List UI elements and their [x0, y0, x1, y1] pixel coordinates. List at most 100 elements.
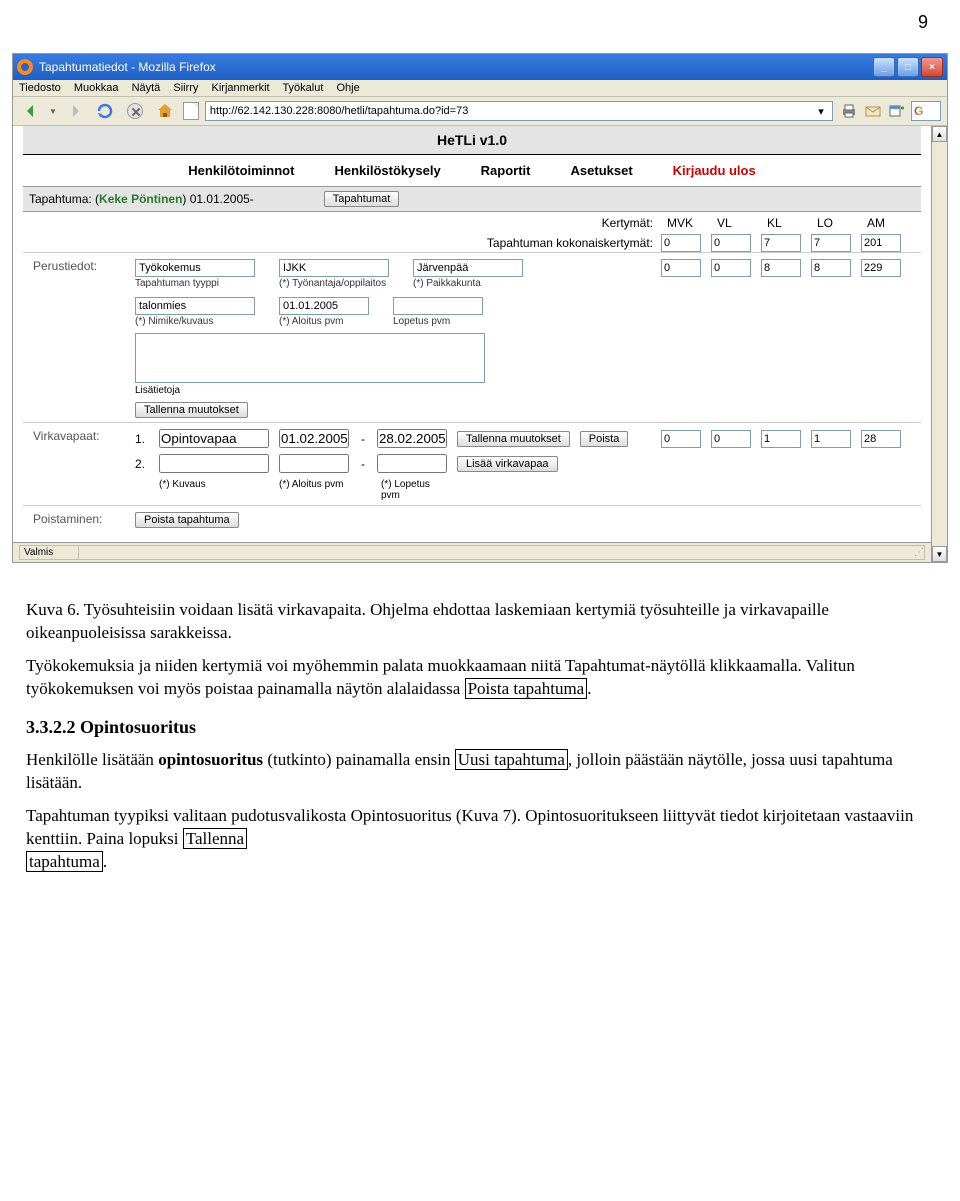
heading-3322: 3.3.2.2 Opintosuoritus — [26, 715, 934, 739]
resize-grip[interactable]: ⋰ — [914, 547, 920, 558]
print-icon[interactable] — [839, 101, 859, 121]
menu-help[interactable]: Ohje — [336, 82, 359, 94]
nav-henkilostokysely[interactable]: Henkilöstökysely — [334, 163, 440, 178]
menu-go[interactable]: Siirry — [173, 82, 198, 94]
home-button[interactable] — [153, 100, 177, 122]
url-text: http://62.142.130.228:8080/hetli/tapahtu… — [210, 105, 468, 117]
vertical-scrollbar[interactable]: ▲ ▼ — [931, 126, 947, 562]
window-title: Tapahtumatiedot - Mozilla Firefox — [39, 60, 873, 74]
lisatietoja-textarea[interactable] — [135, 333, 485, 383]
boxed-tapahtuma: tapahtuma — [26, 851, 103, 872]
aloitus-caption: (*) Aloitus pvm — [279, 316, 369, 327]
col-mvk: MVK — [661, 216, 711, 230]
close-button[interactable]: × — [921, 57, 943, 77]
poistaminen-label: Poistaminen: — [33, 512, 123, 526]
nav-kirjaudu-ulos[interactable]: Kirjaudu ulos — [673, 163, 756, 178]
tallenna-muutokset-button[interactable]: Tallenna muutokset — [135, 402, 248, 418]
mail-icon[interactable] — [863, 101, 883, 121]
lopetus-input[interactable] — [393, 297, 483, 315]
virka-kert-kl[interactable] — [761, 430, 801, 448]
nav-asetukset[interactable]: Asetukset — [571, 163, 633, 178]
poistaminen-pane: Poistaminen: Poista tapahtuma — [23, 505, 921, 532]
virka-lopetus-2[interactable] — [377, 454, 447, 473]
paragraph-4: Tapahtuman tyypiksi valitaan pudotusvali… — [26, 805, 934, 874]
virka-aloitus-1[interactable] — [279, 429, 349, 448]
forward-button[interactable] — [63, 100, 87, 122]
statusbar: Valmis ⋰ — [13, 542, 931, 562]
new-window-icon[interactable] — [887, 101, 907, 121]
paragraph-2: Työkokemuksia ja niiden kertymiä voi myö… — [26, 655, 934, 701]
virka-row1-num: 1. — [135, 432, 149, 446]
scroll-up-icon[interactable]: ▲ — [932, 126, 947, 142]
lisatietoja-caption: Lisätietoja — [135, 385, 911, 396]
menu-file[interactable]: Tiedosto — [19, 82, 61, 94]
window-titlebar: Tapahtumatiedot - Mozilla Firefox _ □ × — [13, 54, 947, 80]
tyonantaja-input[interactable] — [279, 259, 389, 277]
menubar: Tiedosto Muokkaa Näytä Siirry Kirjanmerk… — [13, 80, 947, 97]
virka-kert-am[interactable] — [861, 430, 901, 448]
stop-button[interactable] — [123, 100, 147, 122]
paikkakunta-caption: (*) Paikkakunta — [413, 278, 523, 289]
virka-tallenna-1[interactable]: Tallenna muutokset — [457, 431, 570, 447]
nimike-caption: (*) Nimike/kuvaus — [135, 316, 255, 327]
paikkakunta-input[interactable] — [413, 259, 523, 277]
figure-caption: Kuva 6. Työsuhteisiin voidaan lisätä vir… — [26, 599, 934, 645]
kert2-mvk[interactable] — [661, 259, 701, 277]
kert2-kl[interactable] — [761, 259, 801, 277]
kert-total-label: Tapahtuman kokonaiskertymät: — [487, 236, 653, 250]
virka-kuvaus-2[interactable] — [159, 454, 269, 473]
virka-kert-mvk[interactable] — [661, 430, 701, 448]
poista-tapahtuma-button[interactable]: Poista tapahtuma — [135, 512, 239, 528]
page-number: 9 — [12, 12, 948, 33]
menu-view[interactable]: Näytä — [132, 82, 161, 94]
browser-window: Tapahtumatiedot - Mozilla Firefox _ □ × … — [12, 53, 948, 563]
kert2-vl[interactable] — [711, 259, 751, 277]
lisaa-virkavapaa-button[interactable]: Lisää virkavapaa — [457, 456, 558, 472]
virka-lopetus-caption: (*) Lopetus pvm — [381, 479, 451, 501]
nimike-input[interactable] — [135, 297, 255, 315]
kert-total-lo[interactable] — [811, 234, 851, 252]
menu-bookmarks[interactable]: Kirjanmerkit — [212, 82, 270, 94]
menu-tools[interactable]: Työkalut — [282, 82, 323, 94]
virkavapaat-label: Virkavapaat: — [33, 429, 123, 443]
boxed-tallenna: Tallenna — [183, 828, 247, 849]
paragraph-3: Henkilölle lisätään opintosuoritus (tutk… — [26, 749, 934, 795]
virka-kuvaus-caption: (*) Kuvaus — [159, 479, 269, 501]
perustiedot-label: Perustiedot: — [33, 259, 123, 273]
virka-kuvaus-1[interactable] — [159, 429, 269, 448]
col-lo: LO — [811, 216, 861, 230]
url-input[interactable]: http://62.142.130.228:8080/hetli/tapahtu… — [205, 101, 833, 121]
kert-total-am[interactable] — [861, 234, 901, 252]
kert-total-kl[interactable] — [761, 234, 801, 252]
firefox-icon — [17, 59, 33, 75]
tyonantaja-caption: (*) Työnantaja/oppilaitos — [279, 278, 389, 289]
reload-button[interactable] — [93, 100, 117, 122]
virka-lopetus-1[interactable] — [377, 429, 447, 448]
lopetus-caption: Lopetus pvm — [393, 316, 483, 327]
tapahtumat-button[interactable]: Tapahtumat — [324, 191, 399, 207]
boxed-poista-tapahtuma: Poista tapahtuma — [465, 678, 588, 699]
menu-edit[interactable]: Muokkaa — [74, 82, 119, 94]
back-button[interactable] — [19, 100, 43, 122]
tapahtuma-tyyppi-input[interactable] — [135, 259, 255, 277]
virka-aloitus-2[interactable] — [279, 454, 349, 473]
maximize-button[interactable]: □ — [897, 57, 919, 77]
kertymat-label: Kertymät: — [602, 216, 653, 230]
tyyppi-caption: Tapahtuman tyyppi — [135, 278, 255, 289]
search-box[interactable]: G — [911, 101, 941, 121]
scroll-down-icon[interactable]: ▼ — [932, 546, 947, 562]
virka-kert-vl[interactable] — [711, 430, 751, 448]
virka-kert-lo[interactable] — [811, 430, 851, 448]
url-dropdown-icon[interactable]: ▾ — [814, 104, 828, 118]
status-text: Valmis — [19, 545, 79, 560]
kert-total-mvk[interactable] — [661, 234, 701, 252]
nav-henkilotoiminnot[interactable]: Henkilötoiminnot — [188, 163, 294, 178]
kert2-lo[interactable] — [811, 259, 851, 277]
minimize-button[interactable]: _ — [873, 57, 895, 77]
kert2-am[interactable] — [861, 259, 901, 277]
nav-raportit[interactable]: Raportit — [481, 163, 531, 178]
aloitus-input[interactable] — [279, 297, 369, 315]
app-title: HeTLi v1.0 — [23, 126, 921, 155]
kert-total-vl[interactable] — [711, 234, 751, 252]
virka-poista-1[interactable]: Poista — [580, 431, 629, 447]
